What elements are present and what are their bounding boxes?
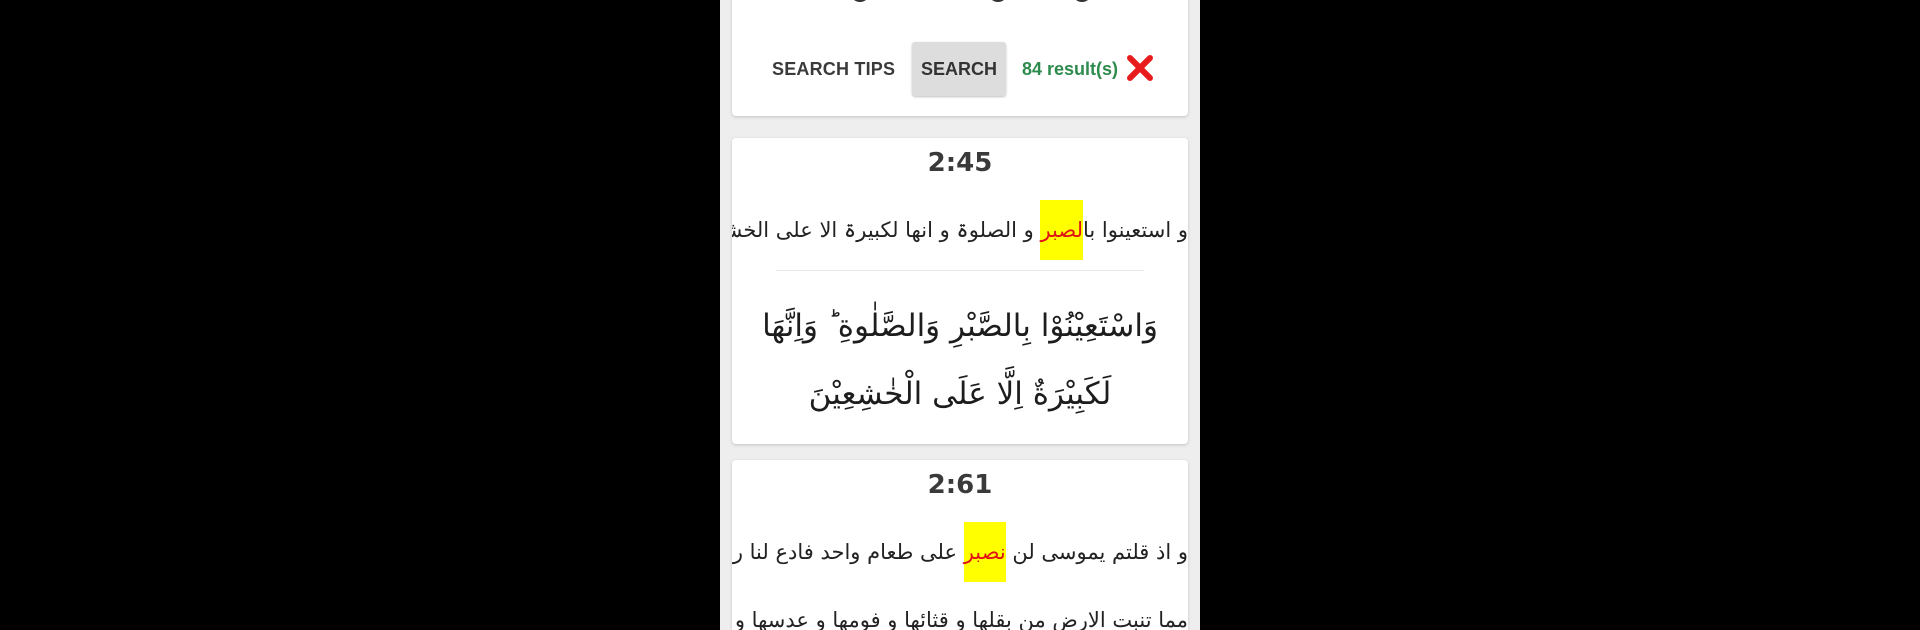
verse-arabic-text: وَاسْتَعِیْنُوْا بِالصَّبْرِ وَالصَّلٰوة… [762, 308, 1158, 412]
verse-reference: 2:45 [927, 148, 993, 178]
arabic-glyph-fragment [850, 0, 870, 2]
search-toolbar: SEARCH TIPS SEARCH 84 result(s) [732, 40, 1188, 98]
app-screen: SEARCH TIPS SEARCH 84 result(s) 2:45 و ا… [720, 0, 1200, 630]
plain-text-segment: علی طعام واحد فادع لنا ربک یخرج لنا [732, 540, 958, 564]
verse-plain-text: و اذ قلتم یموسی لن نصبر علی طعام واحد فا… [732, 522, 1188, 582]
search-highlight: لصبر [1040, 200, 1083, 260]
plain-text-segment: و اذ قلتم یموسی لن [1005, 540, 1188, 564]
search-highlight: نصبر [963, 522, 1006, 582]
verse-card[interactable]: 2:61 و اذ قلتم یموسی لن نصبر علی طعام وا… [732, 460, 1188, 630]
arabic-glyph-fragment [988, 0, 1008, 2]
verse-card[interactable]: 2:45 و استعینوا بالصبر و الصلوۃ و انھا ل… [732, 138, 1188, 444]
plain-text-segment: و الصلوۃ و انھا لکبیرۃ الا علی الخشعین [732, 218, 1034, 242]
divider [776, 270, 1144, 271]
arabic-glyph-fragment [1072, 0, 1092, 2]
verse-plain-text-line-2: مما تنبت الارض من بقلھا و قثائھا و فومھا… [732, 608, 1188, 630]
result-count: 84 result(s) [1022, 59, 1119, 79]
close-icon[interactable] [1125, 53, 1155, 83]
verse-reference: 2:61 [927, 470, 993, 500]
verse-plain-text: و استعینوا بالصبر و الصلوۃ و انھا لکبیرۃ… [732, 200, 1188, 260]
plain-text-segment: و استعینوا با [1083, 218, 1188, 242]
search-tips-button[interactable]: SEARCH TIPS [752, 40, 915, 98]
search-field-remnant[interactable] [732, 0, 1188, 2]
search-button[interactable]: SEARCH [912, 42, 1006, 96]
search-panel: SEARCH TIPS SEARCH 84 result(s) [732, 0, 1188, 116]
